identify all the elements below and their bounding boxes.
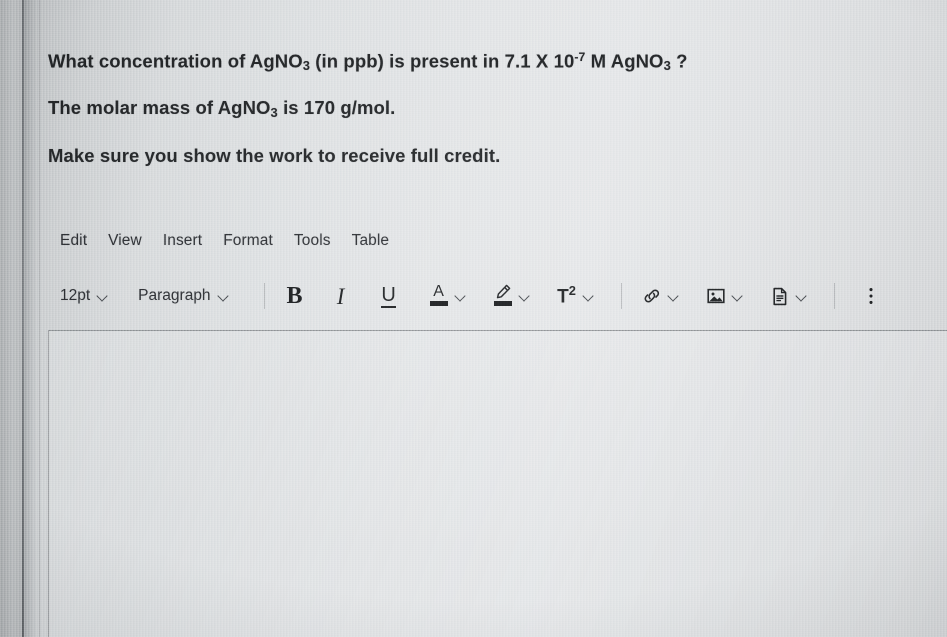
question-line-1-pre: What concentration of AgNO xyxy=(48,50,303,72)
question-line-1-mid: (in ppb) is present in 7.1 X 10 xyxy=(310,50,575,72)
image-button[interactable] xyxy=(703,282,729,310)
question-line-2-pre: The molar mass of AgNO xyxy=(48,97,271,118)
document-icon xyxy=(772,287,786,305)
screen-photo-surface: What concentration of AgNO3 (in ppb) is … xyxy=(0,0,947,637)
highlight-color-swatch xyxy=(493,301,512,306)
link-icon xyxy=(644,289,659,303)
text-color-swatch xyxy=(429,301,448,306)
editor-toolbar: 12pt Paragraph B I U A T2 xyxy=(60,278,920,314)
text-color-group: A xyxy=(426,282,466,310)
text-color-icon: A xyxy=(429,284,449,308)
text-color-letter: A xyxy=(433,283,444,300)
chevron-down-icon xyxy=(218,291,229,302)
kebab-menu-icon xyxy=(869,288,873,304)
image-group xyxy=(703,282,743,310)
more-options-button[interactable] xyxy=(858,282,884,310)
superscript-exponent: 2 xyxy=(568,283,576,299)
chevron-down-icon[interactable] xyxy=(519,291,530,302)
menu-table[interactable]: Table xyxy=(352,232,390,250)
question-line-2-sub: 3 xyxy=(270,104,278,120)
bold-button[interactable]: B xyxy=(282,282,308,310)
document-group xyxy=(767,282,807,310)
menu-insert[interactable]: Insert xyxy=(163,232,202,250)
italic-icon: I xyxy=(336,283,345,309)
question-line-1-post: M AgNO xyxy=(585,50,664,72)
superscript-group: T2 xyxy=(554,282,594,310)
font-size-value: 12pt xyxy=(60,287,91,304)
rich-text-editor-body[interactable] xyxy=(48,330,947,637)
toolbar-separator xyxy=(833,283,835,309)
menu-view[interactable]: View xyxy=(108,232,142,250)
menu-edit[interactable]: Edit xyxy=(60,232,87,250)
editor-page: What concentration of AgNO3 (in ppb) is … xyxy=(0,0,947,637)
paragraph-style-select[interactable]: Paragraph xyxy=(138,287,228,305)
question-line-1: What concentration of AgNO3 (in ppb) is … xyxy=(48,50,688,73)
highlight-color-button[interactable] xyxy=(490,282,516,310)
page-inner-guide xyxy=(39,0,40,637)
paragraph-style-value: Paragraph xyxy=(138,287,211,304)
question-line-1-sup: -7 xyxy=(574,50,586,64)
question-line-3: Make sure you show the work to receive f… xyxy=(48,145,501,166)
document-button[interactable] xyxy=(767,282,793,310)
chevron-down-icon[interactable] xyxy=(732,291,743,302)
font-size-select[interactable]: 12pt xyxy=(60,287,108,305)
text-color-button[interactable]: A xyxy=(426,282,452,310)
question-line-2: The molar mass of AgNO3 is 170 g/mol. xyxy=(48,97,395,120)
image-icon xyxy=(706,288,725,304)
highlighter-icon xyxy=(492,284,514,308)
question-line-1-sub2: 3 xyxy=(663,58,671,74)
superscript-button[interactable]: T2 xyxy=(554,282,580,310)
page-left-edge xyxy=(0,0,22,637)
underline-button[interactable]: U xyxy=(376,282,402,310)
question-line-2-post: is 170 g/mol. xyxy=(277,97,396,118)
question-line-1-sub1: 3 xyxy=(302,58,311,74)
toolbar-separator xyxy=(620,283,622,309)
chevron-down-icon xyxy=(97,291,108,302)
underline-icon: U xyxy=(381,283,396,308)
editor-menubar: Edit View Insert Format Tools Table xyxy=(60,232,389,250)
superscript-icon: T2 xyxy=(557,283,576,308)
italic-button[interactable]: I xyxy=(328,282,354,310)
superscript-base: T xyxy=(557,286,569,308)
question-line-1-end: ? xyxy=(670,50,688,72)
menu-format[interactable]: Format xyxy=(223,232,273,250)
link-button[interactable] xyxy=(639,282,665,310)
bold-icon: B xyxy=(286,283,303,309)
toolbar-separator xyxy=(263,283,265,309)
chevron-down-icon[interactable] xyxy=(668,291,679,302)
page-edge-shadow xyxy=(24,0,38,637)
chevron-down-icon[interactable] xyxy=(455,291,466,302)
menu-tools[interactable]: Tools xyxy=(294,232,331,250)
link-group xyxy=(639,282,679,310)
highlight-color-group xyxy=(490,282,530,310)
chevron-down-icon[interactable] xyxy=(796,291,807,302)
chevron-down-icon[interactable] xyxy=(583,291,594,302)
